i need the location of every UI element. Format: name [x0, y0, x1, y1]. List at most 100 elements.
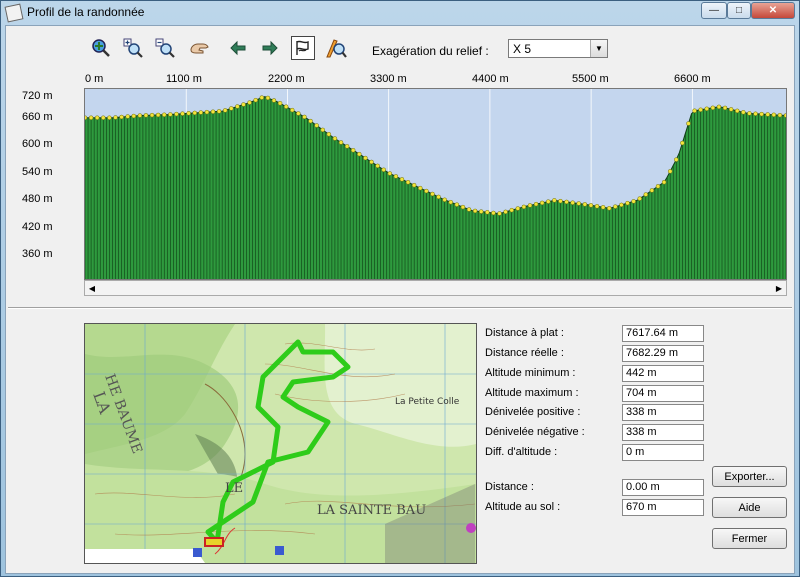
- profile-point: [454, 202, 460, 207]
- y-tick-label: 600 m: [22, 138, 53, 150]
- profile-point: [424, 188, 429, 194]
- profile-point: [661, 179, 667, 185]
- profile-point: [686, 121, 691, 126]
- scroll-left-icon[interactable]: ◀: [85, 281, 99, 295]
- zoom-extent-icon: [92, 39, 110, 57]
- stat-label: Altitude minimum :: [485, 367, 576, 379]
- cursor-value: 670 m: [622, 499, 704, 516]
- profile-point: [716, 104, 722, 110]
- profile-point: [235, 104, 240, 109]
- export-button[interactable]: Exporter...: [712, 466, 787, 487]
- cursor-label: Altitude au sol :: [485, 501, 561, 513]
- profile-point: [180, 111, 185, 116]
- chevron-down-icon[interactable]: ▼: [590, 40, 607, 57]
- profile-point: [369, 159, 374, 165]
- profile-point: [570, 200, 575, 205]
- profile-point: [229, 106, 234, 111]
- profile-point: [594, 204, 600, 209]
- profile-point: [478, 209, 484, 214]
- stat-value: 338 m: [622, 424, 704, 441]
- stat-value: 0 m: [622, 444, 704, 461]
- profile-point: [771, 112, 777, 118]
- profile-point: [143, 113, 149, 118]
- profile-point: [101, 115, 106, 120]
- y-tick-label: 540 m: [22, 166, 53, 178]
- profile-mode-button[interactable]: [291, 36, 315, 60]
- measure-button[interactable]: [324, 36, 348, 60]
- profile-point: [381, 167, 386, 173]
- profile-point: [485, 210, 490, 215]
- stat-label: Diff. d'altitude :: [485, 446, 558, 458]
- help-button[interactable]: Aide: [712, 497, 787, 518]
- maximize-button[interactable]: □: [727, 2, 751, 19]
- stat-label: Dénivelée positive :: [485, 406, 581, 418]
- measure-tool-icon: [326, 39, 347, 58]
- relief-exaggeration-value: X 5: [513, 42, 532, 56]
- zoom-in-button[interactable]: [121, 36, 145, 60]
- pan-hand-icon: [190, 43, 209, 54]
- profile-point: [314, 123, 319, 128]
- y-tick-label: 660 m: [22, 111, 53, 123]
- profile-point: [533, 201, 539, 207]
- profile-point: [491, 210, 496, 216]
- profile-point: [515, 206, 521, 211]
- minimize-button[interactable]: —: [701, 2, 727, 19]
- profile-point: [747, 111, 752, 116]
- x-tick-label: 1100 m: [166, 73, 202, 85]
- profile-point: [783, 113, 786, 118]
- profile-point: [460, 204, 466, 210]
- pan-button[interactable]: [187, 36, 211, 60]
- profile-point: [119, 114, 124, 120]
- profile-point: [472, 208, 478, 214]
- elevation-profile-chart[interactable]: [84, 88, 787, 280]
- client-area: Exagération du relief : X 5 ▼ 0 m 1100 m 2…: [5, 25, 795, 574]
- profile-point: [290, 107, 295, 113]
- profile-point: [728, 107, 734, 112]
- profile-point: [655, 184, 661, 189]
- stat-value: 338 m: [622, 404, 704, 421]
- cursor-value: 0.00 m: [622, 479, 704, 496]
- topo-map-image: LA HE BAUME La Petite Colle LA SAINTE BA…: [85, 324, 476, 563]
- stat-value: 704 m: [622, 385, 704, 402]
- zoom-in-icon: [123, 38, 143, 58]
- profile-point: [625, 200, 630, 206]
- profile-point: [430, 191, 435, 197]
- profile-point: [198, 110, 204, 115]
- profile-point: [734, 108, 740, 114]
- x-tick-label: 2200 m: [268, 73, 305, 85]
- profile-point: [576, 201, 581, 206]
- profile-point: [600, 205, 606, 210]
- y-tick-label: 360 m: [22, 248, 53, 260]
- profile-point: [326, 132, 332, 137]
- previous-button[interactable]: [226, 36, 250, 60]
- map-label-le: LE: [225, 481, 243, 496]
- zoom-extent-button[interactable]: [89, 36, 113, 60]
- profile-point: [204, 109, 210, 115]
- horizontal-scrollbar[interactable]: ◀ ▶: [84, 280, 787, 296]
- arrow-left-icon: [230, 40, 246, 56]
- stat-label: Distance réelle :: [485, 347, 564, 359]
- profile-point: [527, 203, 533, 208]
- route-map[interactable]: LA HE BAUME La Petite Colle LA SAINTE BA…: [84, 323, 477, 564]
- profile-point: [332, 136, 338, 141]
- relief-exaggeration-select[interactable]: X 5 ▼: [508, 39, 608, 58]
- profile-point: [344, 144, 350, 149]
- profile-point: [253, 97, 258, 103]
- profile-point: [338, 140, 344, 145]
- profile-point: [399, 177, 405, 182]
- zoom-out-button[interactable]: [153, 36, 177, 60]
- profile-point: [387, 171, 393, 176]
- next-button[interactable]: [258, 36, 282, 60]
- scroll-right-icon[interactable]: ▶: [772, 281, 786, 295]
- document-icon: [4, 3, 24, 23]
- profile-point: [350, 147, 356, 153]
- profile-point: [296, 111, 301, 116]
- profile-point: [631, 199, 636, 204]
- stat-value: 7682.29 m: [622, 345, 704, 362]
- relief-exaggeration-label: Exagération du relief :: [372, 44, 489, 58]
- profile-point: [539, 200, 545, 206]
- title-bar[interactable]: Profil de la randonnée — □ ✕: [1, 1, 799, 23]
- close-window-button[interactable]: ✕: [751, 2, 795, 19]
- profile-point: [442, 197, 447, 203]
- close-button[interactable]: Fermer: [712, 528, 787, 549]
